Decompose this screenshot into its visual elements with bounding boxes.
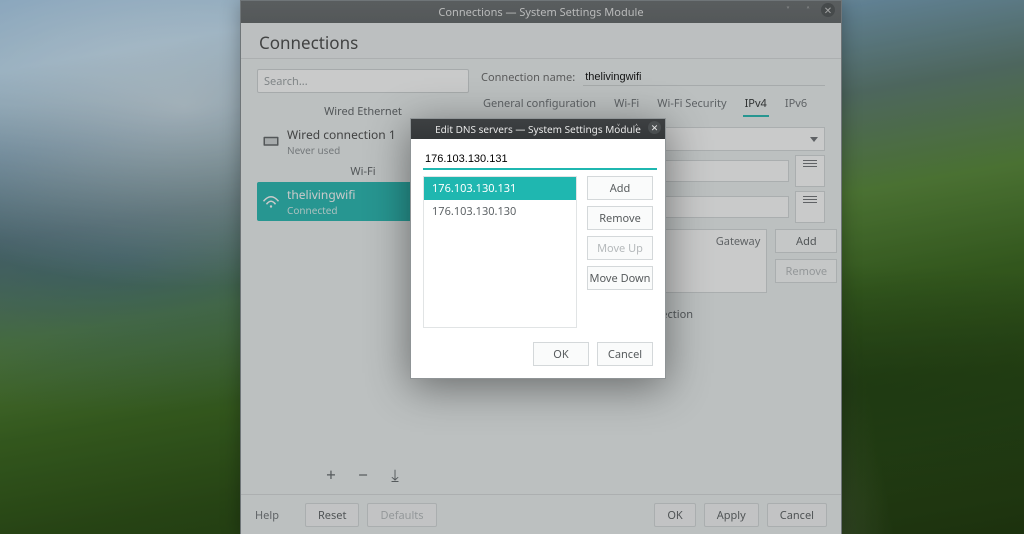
desktop-wallpaper: Connections — System Settings Module ˅ ˄… xyxy=(0,0,1024,534)
dns-entry-input[interactable] xyxy=(423,150,657,170)
close-icon[interactable]: ✕ xyxy=(648,121,661,134)
dialog-titlebar: Edit DNS servers — System Settings Modul… xyxy=(411,119,665,139)
dialog-cancel-button[interactable]: Cancel xyxy=(597,342,653,366)
list-item[interactable]: 176.103.130.130 xyxy=(424,200,576,223)
edit-dns-dialog: Edit DNS servers — System Settings Modul… xyxy=(410,118,666,379)
dns-add-button[interactable]: Add xyxy=(587,176,653,200)
minimize-icon[interactable]: ˅ xyxy=(612,121,625,134)
maximize-icon[interactable]: ˄ xyxy=(630,121,643,134)
list-item[interactable]: 176.103.130.131 xyxy=(424,177,576,200)
dns-move-down-button[interactable]: Move Down xyxy=(587,266,653,290)
dns-move-up-button[interactable]: Move Up xyxy=(587,236,653,260)
dialog-title: Edit DNS servers — System Settings Modul… xyxy=(435,122,641,136)
dns-server-list[interactable]: 176.103.130.131 176.103.130.130 xyxy=(423,176,577,328)
dns-remove-button[interactable]: Remove xyxy=(587,206,653,230)
dialog-ok-button[interactable]: OK xyxy=(533,342,589,366)
